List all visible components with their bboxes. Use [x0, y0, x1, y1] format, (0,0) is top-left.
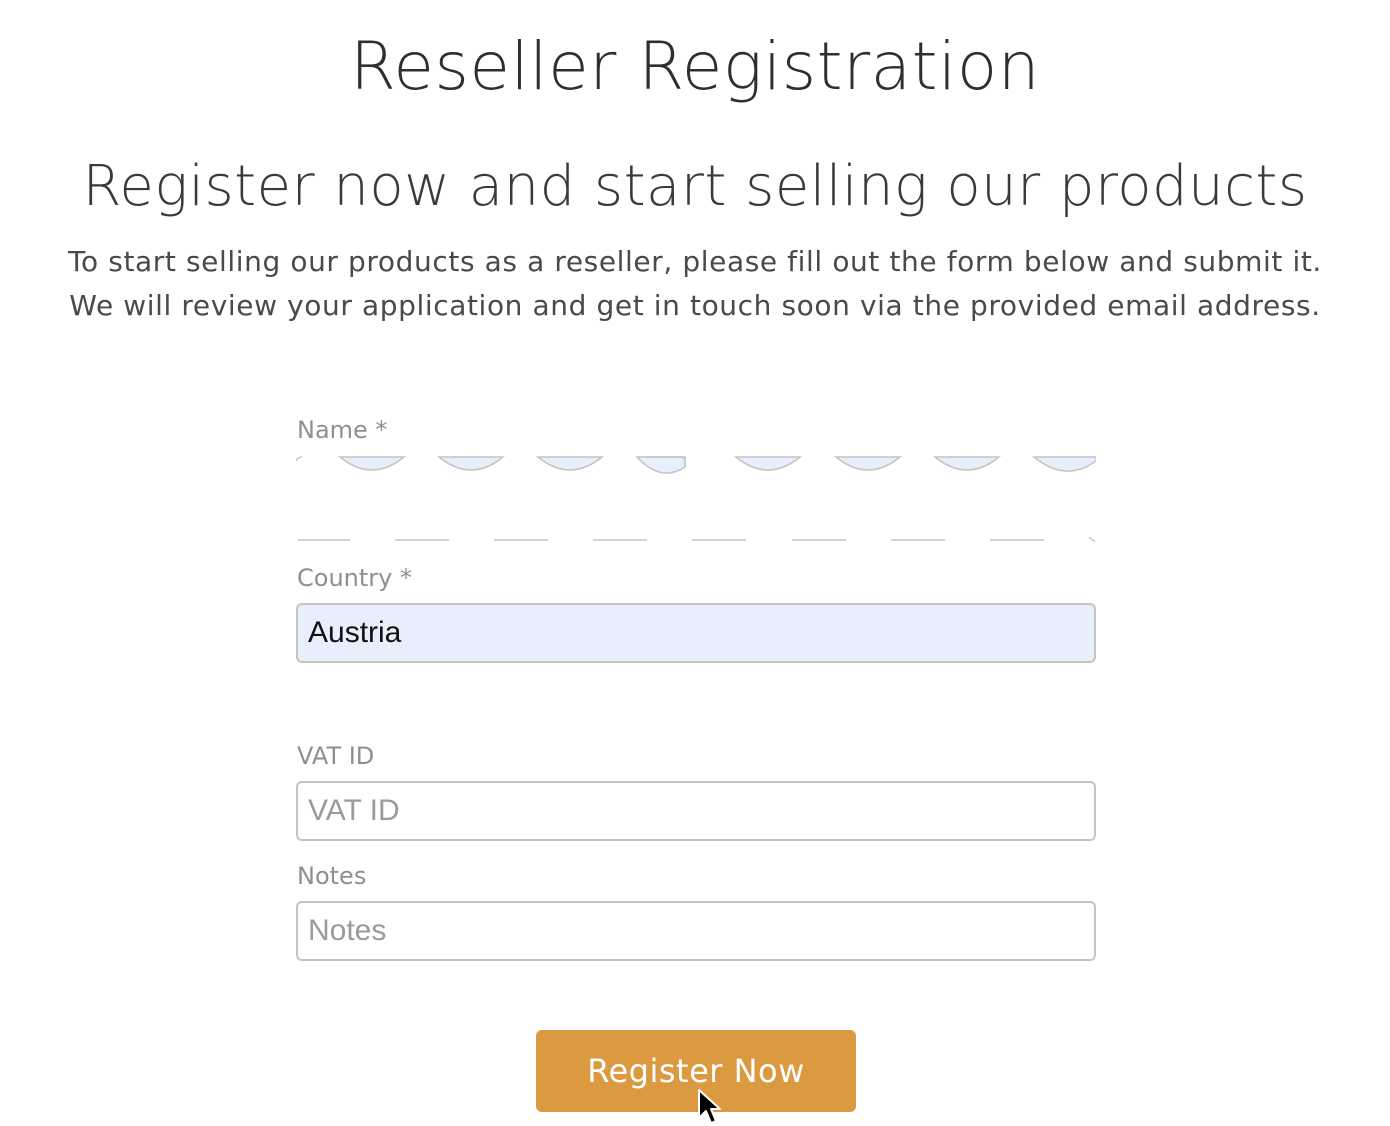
intro-line: To start selling our products as a resel… [68, 245, 1322, 278]
vat-id-field[interactable] [296, 781, 1096, 841]
name-label: Name * [297, 416, 388, 444]
intro-line: We will review your application and get … [69, 289, 1321, 322]
name-input-rendering [296, 456, 1096, 542]
page-subtitle: Register now and start selling our produ… [82, 154, 1308, 220]
name-input[interactable] [296, 455, 1096, 543]
intro-text: To start selling our products as a resel… [0, 240, 1390, 328]
country-label: Country * [297, 564, 412, 592]
notes-field[interactable] [296, 901, 1096, 961]
country-field[interactable] [296, 603, 1096, 663]
page-title: Reseller Registration [349, 28, 1041, 106]
mouse-pointer-icon [698, 1089, 721, 1124]
registration-page: Reseller Registration Register now and s… [0, 0, 1390, 1126]
vat-id-label: VAT ID [297, 742, 375, 770]
register-now-button[interactable]: Register Now [536, 1030, 856, 1112]
notes-label: Notes [297, 862, 367, 890]
